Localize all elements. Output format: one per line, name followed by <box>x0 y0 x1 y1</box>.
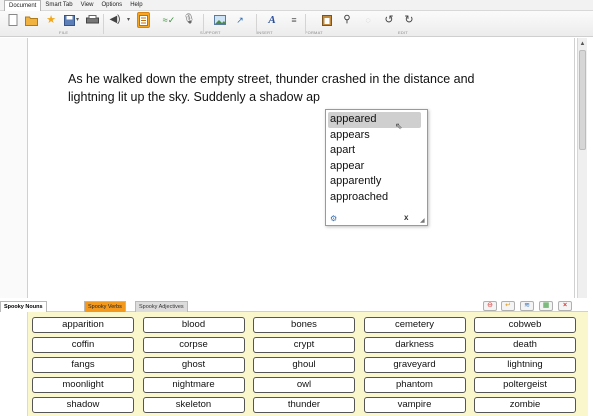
word-button[interactable]: owl <box>253 377 355 393</box>
prediction-footer: ⚙ x ◢ <box>326 213 427 225</box>
paragraph-align-icon[interactable]: ≡ <box>287 13 301 27</box>
word-button[interactable]: nightmare <box>142 377 245 393</box>
wordbank-remove-icon[interactable]: ⊖ <box>483 301 497 311</box>
prediction-close-button[interactable]: x <box>404 213 408 222</box>
word-button[interactable]: ghost <box>142 357 245 373</box>
group-label-insert: INSERT <box>257 30 273 35</box>
word-button[interactable]: coffin <box>32 337 134 353</box>
window-right-edge <box>588 299 593 416</box>
prediction-item[interactable]: apparently <box>326 174 427 190</box>
menu-help[interactable]: Help <box>126 0 146 10</box>
menu-document[interactable]: Document <box>4 0 42 11</box>
menu-smart-tab[interactable]: Smart Tab <box>41 0 76 10</box>
word-button[interactable]: cobweb <box>474 317 576 333</box>
document-line: As he walked down the empty street, thun… <box>68 72 475 86</box>
word-button[interactable]: corpse <box>142 337 245 353</box>
word-button[interactable]: cemetery <box>363 317 466 333</box>
tab-spooky-nouns[interactable]: Spooky Nouns <box>0 301 47 312</box>
word-button[interactable]: phantom <box>363 377 466 393</box>
toolbar-divider <box>103 14 104 34</box>
tab-spooky-verbs[interactable]: Spooky Verbs <box>84 301 126 312</box>
word-button[interactable]: shadow <box>32 397 134 413</box>
find-icon[interactable]: ⚲ <box>340 13 354 27</box>
word-button[interactable]: fangs <box>32 357 134 373</box>
undo-icon[interactable]: ↺ <box>382 13 396 27</box>
microphone-icon[interactable]: 🎙 <box>182 13 196 27</box>
word-button[interactable]: bones <box>253 317 355 333</box>
word-button[interactable]: poltergeist <box>474 377 576 393</box>
word-button[interactable]: blood <box>142 317 245 333</box>
toolbar: ★ ▾ FILE ◀) ▾ ≈✓ 🎙 SUPPORT ↗ INSERT A ≡ … <box>0 11 593 37</box>
toolbar-divider <box>256 14 257 34</box>
word-button[interactable]: thunder <box>253 397 355 413</box>
clear-icon[interactable]: ◌ <box>361 13 375 27</box>
menu-options[interactable]: Options <box>98 0 127 10</box>
wordbank-left-margin <box>0 312 27 416</box>
toolbar-divider <box>305 14 306 34</box>
wordbank-speak-icon[interactable]: ≋ <box>520 301 534 311</box>
wordbank-grid-icon[interactable]: ▦ <box>539 301 553 311</box>
group-label-format: FORMAT <box>305 30 323 35</box>
menu-bar: Document Smart Tab View Options Help <box>0 0 593 11</box>
word-button[interactable]: moonlight <box>32 377 134 393</box>
document-line: lightning lit up the sky. Suddenly a sha… <box>68 90 321 104</box>
save-dropdown-icon[interactable]: ▾ <box>76 16 79 23</box>
word-button[interactable]: crypt <box>253 337 355 353</box>
prediction-item[interactable]: appear <box>326 159 427 175</box>
word-button[interactable]: darkness <box>363 337 466 353</box>
paste-icon[interactable] <box>320 13 334 27</box>
speak-dropdown-icon[interactable]: ▾ <box>127 16 130 23</box>
word-button[interactable]: ghoul <box>253 357 355 373</box>
document-text[interactable]: As he walked down the empty street, thun… <box>68 70 528 106</box>
new-document-icon[interactable] <box>6 13 20 27</box>
save-icon[interactable] <box>62 13 76 27</box>
tab-spooky-adjectives[interactable]: Spooky Adjectives <box>135 301 188 312</box>
resize-grip-icon[interactable]: ◢ <box>420 217 425 224</box>
word-button[interactable]: apparition <box>32 317 134 333</box>
mouse-pointer-icon: ⇖ <box>395 121 403 131</box>
scroll-thumb[interactable] <box>579 50 586 150</box>
insert-image-icon[interactable] <box>213 13 227 27</box>
insert-link-icon[interactable]: ↗ <box>233 13 247 27</box>
word-prediction-list: appeared appears apart appear apparently… <box>325 109 428 226</box>
wordbank-insert-icon[interactable]: ↵ <box>501 301 515 311</box>
favorite-star-icon[interactable]: ★ <box>44 13 58 27</box>
spell-check-icon[interactable]: ≈✓ <box>162 13 176 27</box>
wordbank-panel: apparition blood bones cemetery cobweb c… <box>27 312 588 416</box>
group-label-file: FILE <box>59 30 69 35</box>
menu-view[interactable]: View <box>77 0 98 10</box>
redo-icon[interactable]: ↻ <box>402 13 416 27</box>
document-left-margin <box>0 38 27 298</box>
font-icon[interactable]: A <box>265 13 279 27</box>
document-scrollbar[interactable]: ▲ <box>577 38 587 298</box>
word-prediction-icon[interactable] <box>137 12 150 28</box>
speak-icon[interactable]: ◀) <box>108 13 122 27</box>
wordbank-grid: apparition blood bones cemetery cobweb c… <box>32 317 576 413</box>
word-button[interactable]: zombie <box>474 397 576 413</box>
open-folder-icon[interactable] <box>24 13 38 27</box>
prediction-item[interactable]: approached <box>326 190 427 206</box>
wordbank-close-icon[interactable]: × <box>558 301 572 311</box>
word-button[interactable]: lightning <box>474 357 576 373</box>
prediction-item[interactable]: appears <box>326 128 427 144</box>
scroll-up-arrow-icon[interactable]: ▲ <box>578 40 587 48</box>
prediction-item[interactable]: appeared <box>328 112 421 128</box>
print-icon[interactable] <box>85 13 99 27</box>
word-button[interactable]: death <box>474 337 576 353</box>
word-button[interactable]: skeleton <box>142 397 245 413</box>
group-label-edit: EDIT <box>398 30 408 35</box>
toolbar-divider <box>203 14 204 34</box>
word-button[interactable]: vampire <box>363 397 466 413</box>
word-button[interactable]: graveyard <box>363 357 466 373</box>
prediction-settings-icon[interactable]: ⚙ <box>330 214 337 223</box>
prediction-item[interactable]: apart <box>326 143 427 159</box>
